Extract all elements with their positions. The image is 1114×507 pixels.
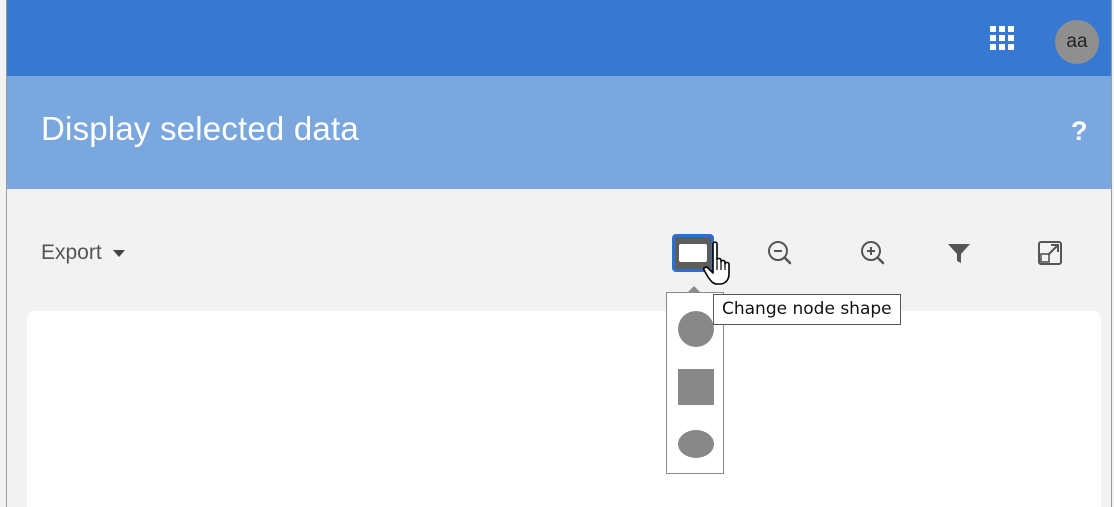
apps-grid-icon[interactable] bbox=[987, 23, 1015, 51]
shape-option-square[interactable] bbox=[677, 367, 715, 407]
ellipse-shape-icon bbox=[678, 430, 714, 458]
graph-canvas[interactable] bbox=[27, 311, 1101, 507]
tooltip: Change node shape bbox=[713, 294, 901, 325]
page-title: Display selected data bbox=[41, 110, 359, 147]
toolbar: Export bbox=[7, 189, 1111, 309]
zoom-out-icon bbox=[768, 241, 792, 265]
shape-option-ellipse[interactable] bbox=[677, 424, 715, 464]
export-dropdown[interactable]: Export bbox=[41, 241, 125, 265]
zoom-in-icon bbox=[861, 241, 885, 265]
export-label: Export bbox=[41, 241, 102, 264]
square-shape-icon bbox=[678, 369, 714, 405]
zoom-in-button[interactable] bbox=[853, 233, 893, 273]
page-header: Display selected data ? bbox=[7, 76, 1111, 189]
filter-icon bbox=[948, 244, 970, 263]
avatar[interactable]: aa bbox=[1055, 20, 1099, 64]
app-window: aa Display selected data ? Export Change… bbox=[6, 0, 1112, 507]
caret-down-icon bbox=[112, 249, 125, 257]
help-button[interactable]: ? bbox=[1071, 116, 1088, 147]
filter-button[interactable] bbox=[939, 233, 979, 273]
circle-shape-icon bbox=[678, 311, 714, 347]
expand-icon bbox=[1038, 241, 1062, 265]
shape-option-circle[interactable] bbox=[677, 309, 715, 349]
hand-pointer-icon bbox=[703, 241, 730, 285]
zoom-out-button[interactable] bbox=[760, 233, 800, 273]
fullscreen-button[interactable] bbox=[1030, 233, 1070, 273]
top-bar: aa bbox=[7, 0, 1111, 76]
